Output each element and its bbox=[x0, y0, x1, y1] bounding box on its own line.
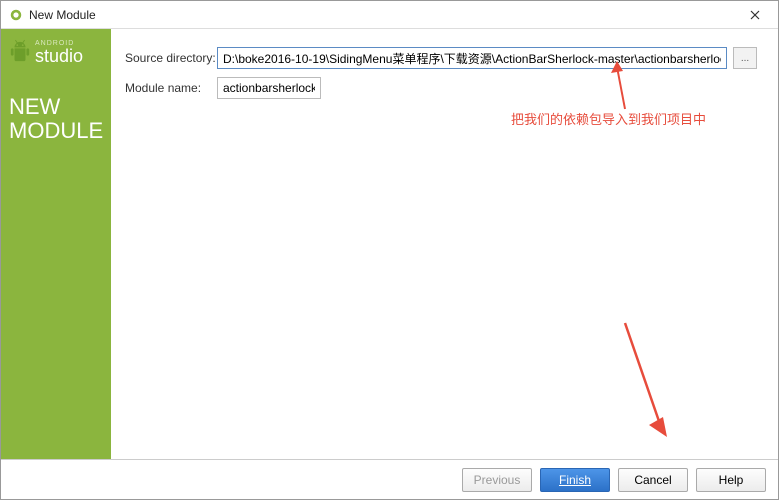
source-directory-row: Source directory: ... bbox=[125, 47, 766, 69]
sidebar: ANDROID studio NEW MODULE bbox=[1, 29, 111, 459]
close-icon bbox=[750, 10, 760, 20]
close-button[interactable] bbox=[740, 5, 770, 25]
logo-big: studio bbox=[35, 47, 83, 65]
module-name-label: Module name: bbox=[125, 81, 217, 95]
annotation-text: 把我们的依赖包导入到我们项目中 bbox=[511, 109, 706, 128]
module-name-input[interactable] bbox=[217, 77, 321, 99]
titlebar: New Module bbox=[1, 1, 778, 29]
heading-line2: MODULE bbox=[9, 118, 103, 143]
logo: ANDROID studio bbox=[9, 39, 103, 65]
heading-line1: NEW bbox=[9, 94, 60, 119]
finish-button[interactable]: Finish bbox=[540, 468, 610, 492]
android-icon bbox=[9, 39, 31, 65]
app-icon bbox=[9, 8, 23, 22]
help-button[interactable]: Help bbox=[696, 468, 766, 492]
previous-button[interactable]: Previous bbox=[462, 468, 532, 492]
logo-text: ANDROID studio bbox=[35, 40, 83, 65]
new-module-dialog: New Module AN bbox=[0, 0, 779, 500]
source-directory-input[interactable] bbox=[217, 47, 727, 69]
cancel-button[interactable]: Cancel bbox=[618, 468, 688, 492]
sidebar-heading: NEW MODULE bbox=[9, 95, 103, 143]
main-panel: Source directory: ... Module name: 把我们的依… bbox=[111, 29, 778, 459]
footer: Previous Finish Cancel Help bbox=[1, 459, 778, 499]
ellipsis-icon: ... bbox=[741, 53, 749, 64]
window-title: New Module bbox=[29, 8, 740, 22]
module-name-row: Module name: bbox=[125, 77, 766, 99]
annotation-arrow-bottom bbox=[621, 319, 671, 439]
browse-button[interactable]: ... bbox=[733, 47, 757, 69]
content-area: ANDROID studio NEW MODULE Source directo… bbox=[1, 29, 778, 459]
source-directory-label: Source directory: bbox=[125, 51, 217, 65]
